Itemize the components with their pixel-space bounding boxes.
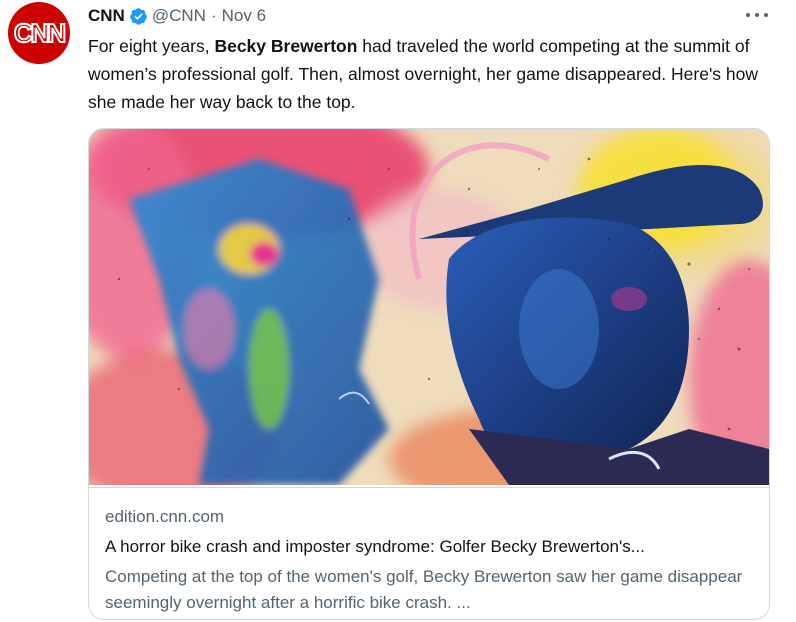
tweet-text: For eight years, Becky Brewerton had tra… [88, 32, 778, 116]
cnn-avatar[interactable]: CNN [8, 2, 70, 64]
tweet-date[interactable]: Nov 6 [222, 6, 266, 26]
article-image [89, 129, 769, 485]
separator-dot: · [210, 6, 217, 25]
author-name[interactable]: CNN [88, 6, 125, 26]
more-horizontal-icon [746, 13, 750, 17]
link-preview-card[interactable]: edition.cnn.com A horror bike crash and … [88, 128, 770, 620]
card-description: Competing at the top of the women's golf… [105, 567, 743, 612]
tweet-header: CNN @CNN · Nov 6 [88, 5, 266, 27]
card-meta: edition.cnn.com A horror bike crash and … [89, 487, 769, 619]
more-options-button[interactable] [746, 6, 768, 24]
tweet-text-start: For eight years, [88, 36, 215, 56]
author-handle[interactable]: @CNN [152, 6, 206, 26]
card-title: A horror bike crash and imposter syndrom… [105, 537, 645, 556]
card-domain: edition.cnn.com [105, 507, 225, 526]
cnn-logo: CNN [13, 17, 67, 49]
verified-badge-icon [130, 7, 147, 25]
tweet-text-bold-name: Becky Brewerton [214, 36, 358, 56]
